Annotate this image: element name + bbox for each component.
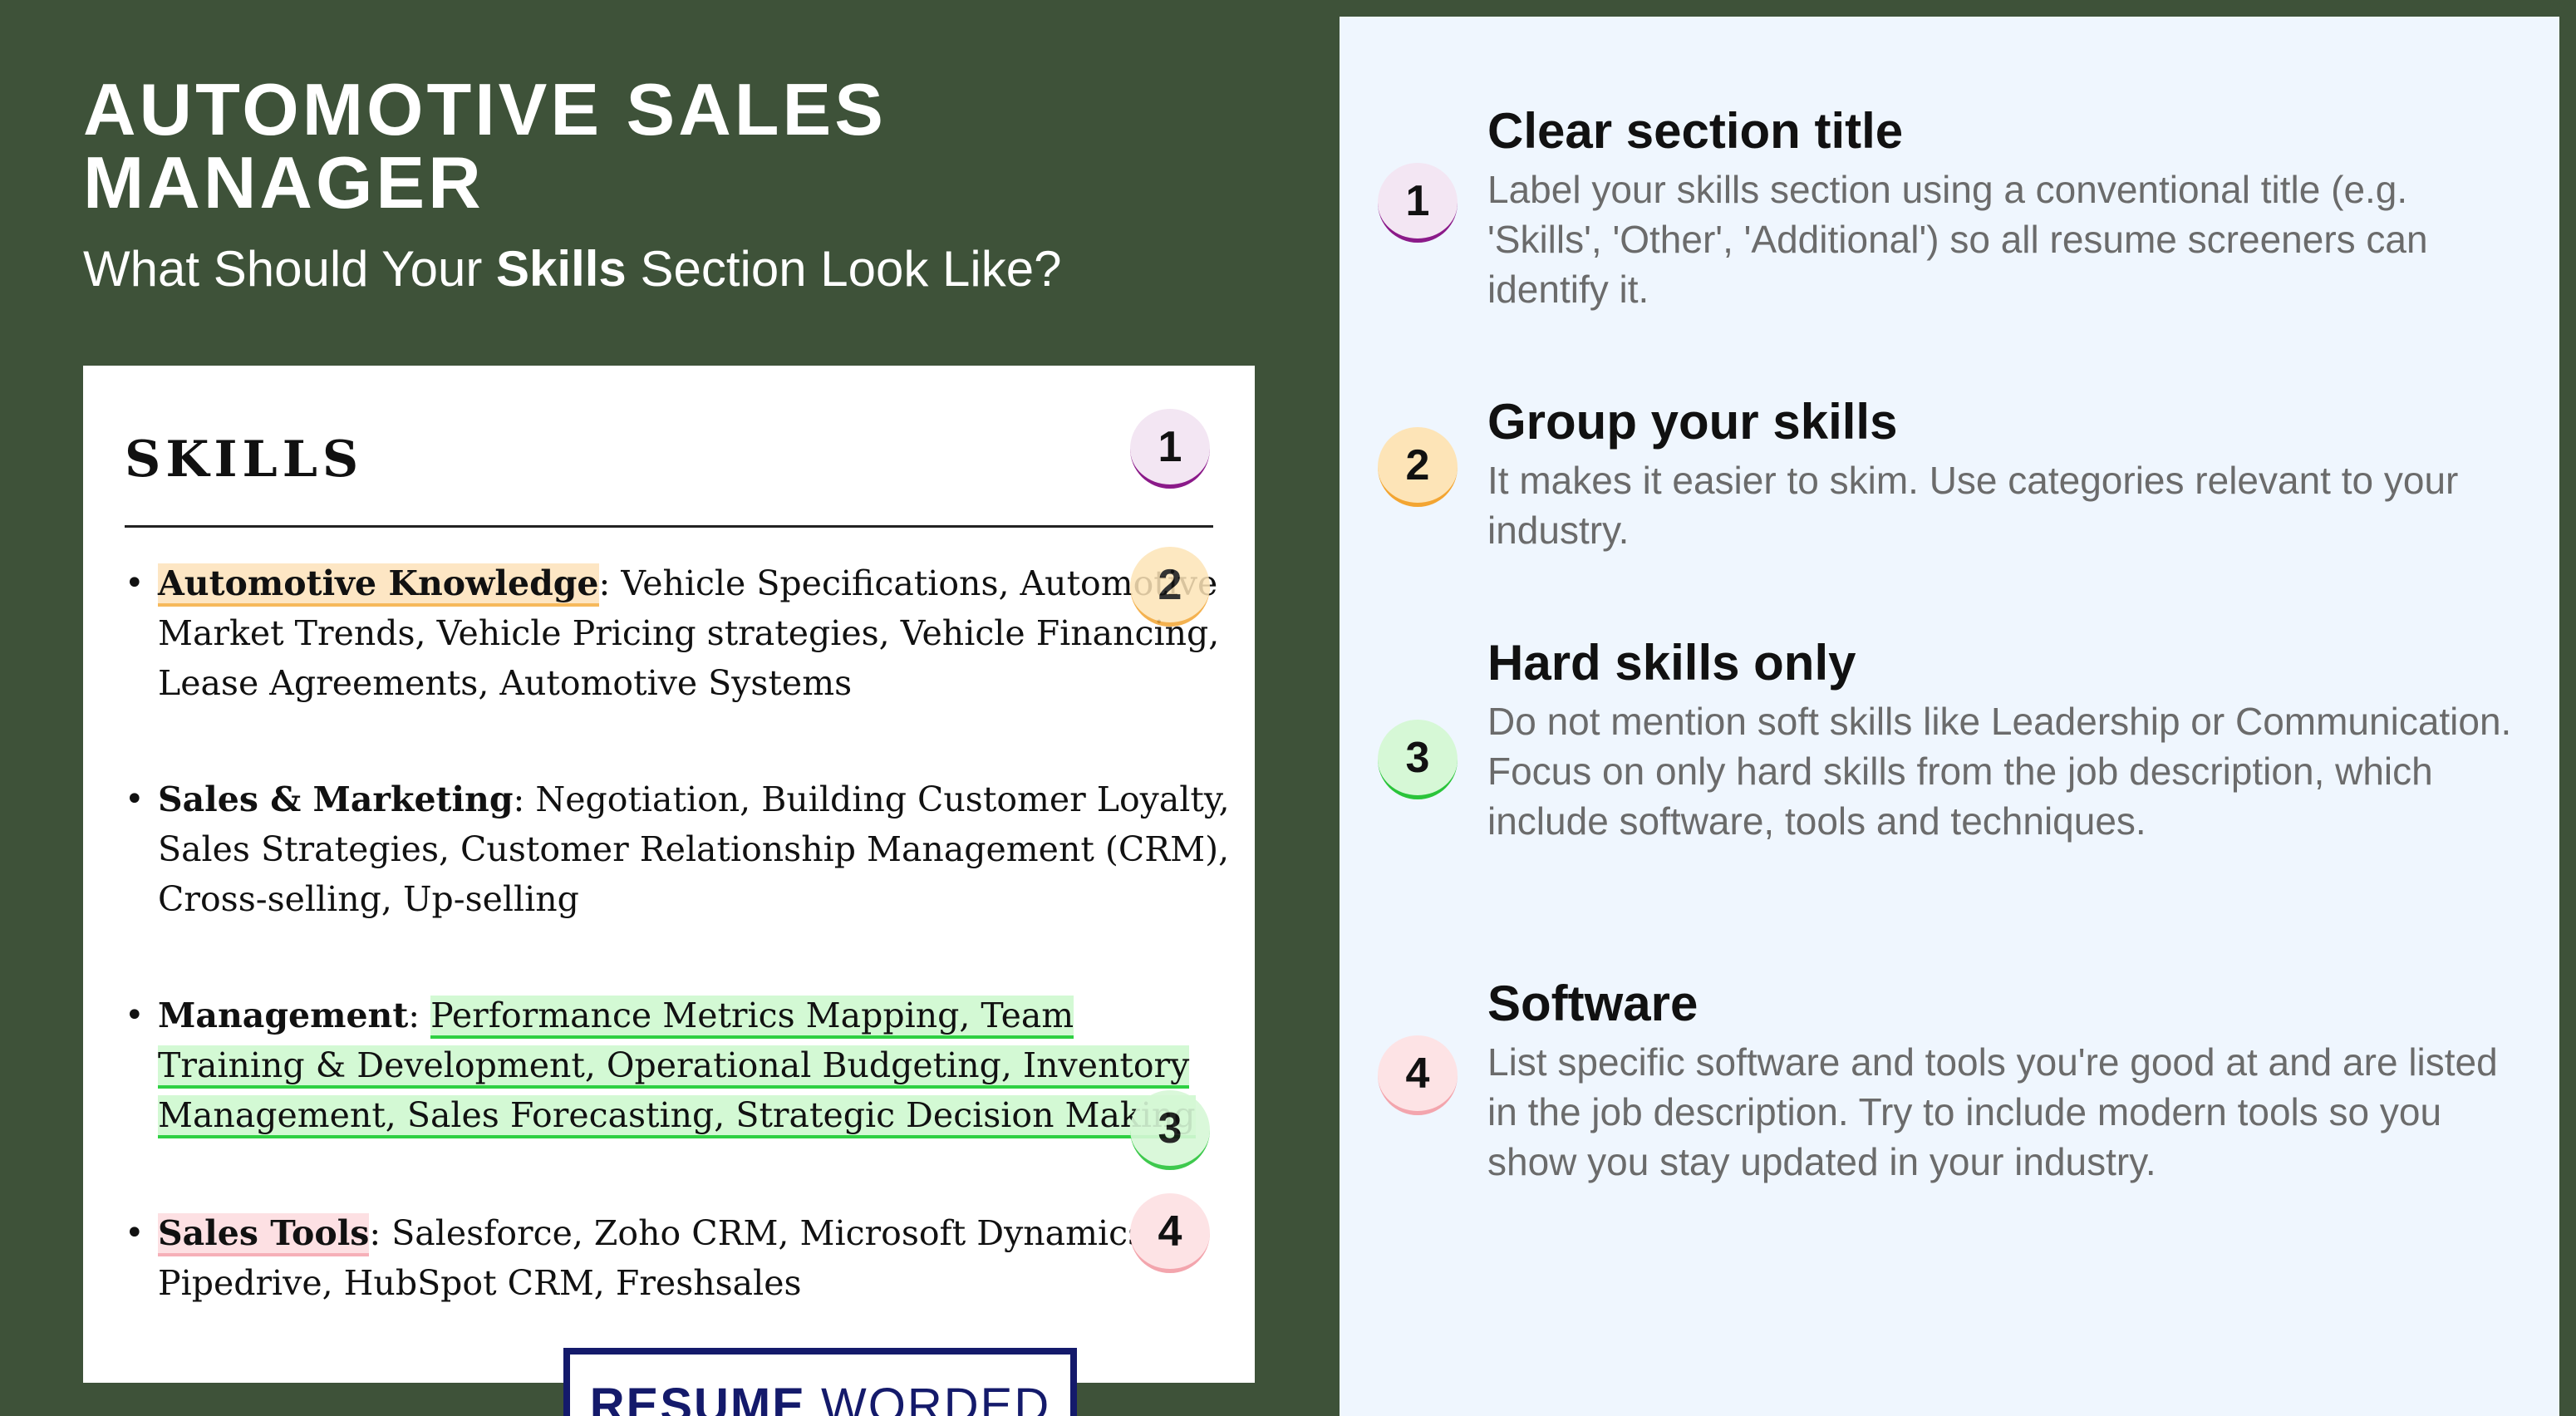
tip-text: Do not mention soft skills like Leadersh…	[1487, 700, 2512, 843]
skill-category: Sales & Marketing	[158, 779, 514, 819]
callout-badge-2: 2	[1130, 547, 1210, 627]
tip-title: Hard skills only	[1487, 635, 1856, 691]
callout-badge-4: 4	[1130, 1193, 1210, 1273]
tip-2: Group your skills It makes it easier to …	[1487, 392, 2518, 555]
tip-text: Label your skills section using a conven…	[1487, 168, 2428, 311]
skill-group-automotive-knowledge: Automotive Knowledge: Vehicle Specificat…	[125, 558, 1230, 774]
callout-badge-3: 3	[1130, 1090, 1210, 1170]
subtitle-bold: Skills	[496, 241, 627, 297]
page-subtitle: What Should Your Skills Section Look Lik…	[83, 236, 1330, 302]
section-divider	[125, 525, 1213, 528]
logo-text: RESUME WORDED	[570, 1378, 1070, 1416]
skill-category: Sales Tools	[158, 1213, 370, 1256]
tip-text: List specific software and tools you're …	[1487, 1040, 2498, 1183]
tips-panel: Clear section title Label your skills se…	[1340, 17, 2559, 1416]
skill-group-sales-marketing: Sales & Marketing: Negotiation, Building…	[125, 774, 1230, 991]
skill-separator: :	[408, 996, 431, 1035]
tip-title: Clear section title	[1487, 103, 1904, 159]
logo-bold: RESUME	[589, 1379, 806, 1416]
skill-category: Automotive Knowledge	[158, 563, 599, 607]
subtitle-after: Section Look Like?	[626, 241, 1062, 297]
resume-worded-logo: RESUME WORDED	[563, 1348, 1077, 1416]
tip-title: Software	[1487, 976, 1698, 1031]
title-line-2: MANAGER	[83, 141, 484, 224]
tip-text: It makes it easier to skim. Use categori…	[1487, 459, 2459, 552]
subtitle-before: What Should Your	[83, 241, 497, 297]
tip-3: Hard skills only Do not mention soft ski…	[1487, 633, 2518, 846]
tip-4: Software List specific software and tool…	[1487, 974, 2518, 1187]
page-title: AUTOMOTIVE SALES MANAGER	[83, 73, 1246, 219]
tip-title: Group your skills	[1487, 394, 1898, 450]
tip-badge-4: 4	[1378, 1035, 1458, 1115]
tip-badge-1: 1	[1378, 163, 1458, 243]
skill-group-management: Management: Performance Metrics Mapping,…	[125, 991, 1230, 1208]
tip-badge-3: 3	[1378, 720, 1458, 799]
skills-section-title: SKILLS	[125, 430, 364, 489]
resume-skills-card: SKILLS Automotive Knowledge: Vehicle Spe…	[83, 366, 1255, 1383]
logo-regular: WORDED	[805, 1379, 1051, 1416]
title-line-1: AUTOMOTIVE SALES	[83, 68, 887, 150]
skills-list: Automotive Knowledge: Vehicle Specificat…	[125, 558, 1230, 1308]
skill-category: Management	[158, 996, 409, 1035]
tip-badge-2: 2	[1378, 427, 1458, 507]
skill-group-sales-tools: Sales Tools: Salesforce, Zoho CRM, Micro…	[125, 1208, 1230, 1308]
callout-badge-1: 1	[1130, 409, 1210, 489]
tip-1: Clear section title Label your skills se…	[1487, 101, 2518, 314]
